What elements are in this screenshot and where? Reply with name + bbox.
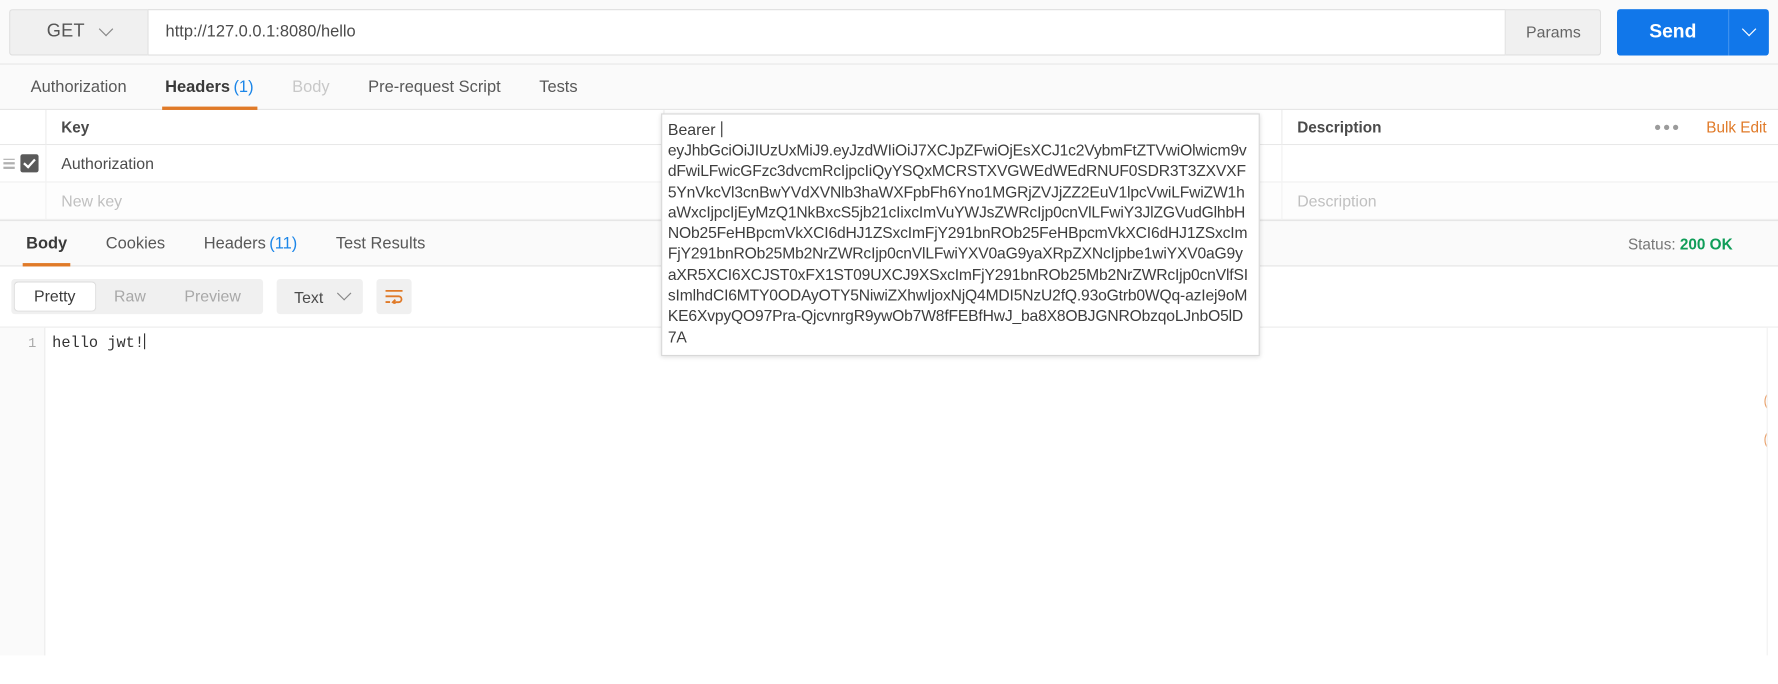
view-mode-pretty[interactable]: Pretty [14,282,95,311]
tab-headers[interactable]: Headers (1) [146,78,273,110]
tab-authorization[interactable]: Authorization [11,78,146,109]
cell-key[interactable]: Authorization [45,144,663,182]
request-url-bar: GET Params Send [0,0,1778,65]
headers-table: Key Value Description ••• Bulk Edit Auth… [0,109,1778,357]
header-value-prefix: Bearer [667,120,720,139]
view-mode-preview[interactable]: Preview [165,282,260,310]
status-value: 200 OK [1679,235,1733,253]
format-selector[interactable]: Text [277,278,363,315]
tab-body-label: Body [292,78,330,97]
send-options-button[interactable] [1728,8,1769,55]
tab-pre-request-script[interactable]: Pre-request Script [349,78,520,109]
row-gutter [0,154,45,173]
tab-response-cookies[interactable]: Cookies [86,235,184,266]
row-enabled-checkbox[interactable] [20,154,39,173]
tab-body[interactable]: Body [273,78,349,109]
chevron-down-icon [337,286,352,301]
vertical-scrollbar[interactable] [1766,327,1778,656]
tab-headers-label: Headers [165,78,231,97]
cell-description[interactable] [1281,144,1778,182]
tab-response-headers-count: (11) [269,234,298,253]
editor-line-numbers: 1 [0,327,46,656]
tab-response-cookies-label: Cookies [105,234,166,253]
response-body-editor[interactable]: 1 hello jwt! [0,326,1778,656]
status-badge: Status: 200 OK [1628,236,1733,253]
header-value-token: eyJhbGciOiJIUzUxMiJ9.eyJzdWIiOiJ7XCJpZFw… [667,141,1248,346]
params-label: Params [1526,22,1581,41]
tab-headers-count: (1) [233,78,254,97]
ellipsis-icon[interactable]: ••• [1654,118,1681,137]
view-mode-group: Pretty Raw Preview [11,278,264,315]
tab-tests-label: Tests [539,78,578,97]
editor-content[interactable]: hello jwt! [45,328,1778,656]
format-label: Text [294,287,324,306]
http-method-label: GET [46,21,85,41]
word-wrap-icon [385,289,403,304]
tab-tests[interactable]: Tests [520,78,597,109]
send-button[interactable]: Send [1617,8,1729,55]
header-value-editor-popup[interactable]: Bearer eyJhbGciOiJIUzUxMiJ9.eyJzdWIiOiJ7… [661,113,1260,357]
status-label: Status: [1627,235,1676,253]
tab-response-headers-label: Headers [203,234,266,253]
text-caret [721,121,723,138]
cell-description-new[interactable]: Description [1281,181,1778,220]
line-number: 1 [28,335,37,352]
tab-test-results-label: Test Results [335,234,426,253]
drag-handle-icon[interactable] [3,158,15,169]
send-button-group: Send [1617,8,1769,55]
url-input-wrapper[interactable] [147,8,1507,55]
text-caret [144,333,146,350]
bulk-edit-button[interactable]: Bulk Edit [1706,119,1766,136]
tab-response-body[interactable]: Body [7,234,87,267]
cell-key-new[interactable]: New key [45,181,663,220]
column-header-key: Key [45,109,663,145]
tab-test-results[interactable]: Test Results [317,235,445,266]
headers-table-actions: ••• Bulk Edit [1654,110,1778,145]
tab-response-headers[interactable]: Headers (11) [184,235,316,266]
params-button[interactable]: Params [1506,8,1602,55]
tab-authorization-label: Authorization [30,78,127,97]
chevron-down-icon [98,21,113,36]
header-gutter [0,109,45,144]
url-input[interactable] [165,22,1506,41]
header-value-prefix-line: Bearer [666,119,1251,141]
word-wrap-button[interactable] [376,278,412,315]
view-mode-raw[interactable]: Raw [95,282,165,310]
tab-response-body-label: Body [26,234,68,253]
tab-pre-request-script-label: Pre-request Script [368,78,501,97]
request-tab-bar: Authorization Headers (1) Body Pre-reques… [0,64,1778,110]
http-method-selector[interactable]: GET [9,8,148,55]
response-body-text: hello jwt! [52,335,145,353]
postman-window: GET Params Send Authorization Headers(1)… [0,0,1778,684]
chevron-down-icon [1741,21,1757,36]
